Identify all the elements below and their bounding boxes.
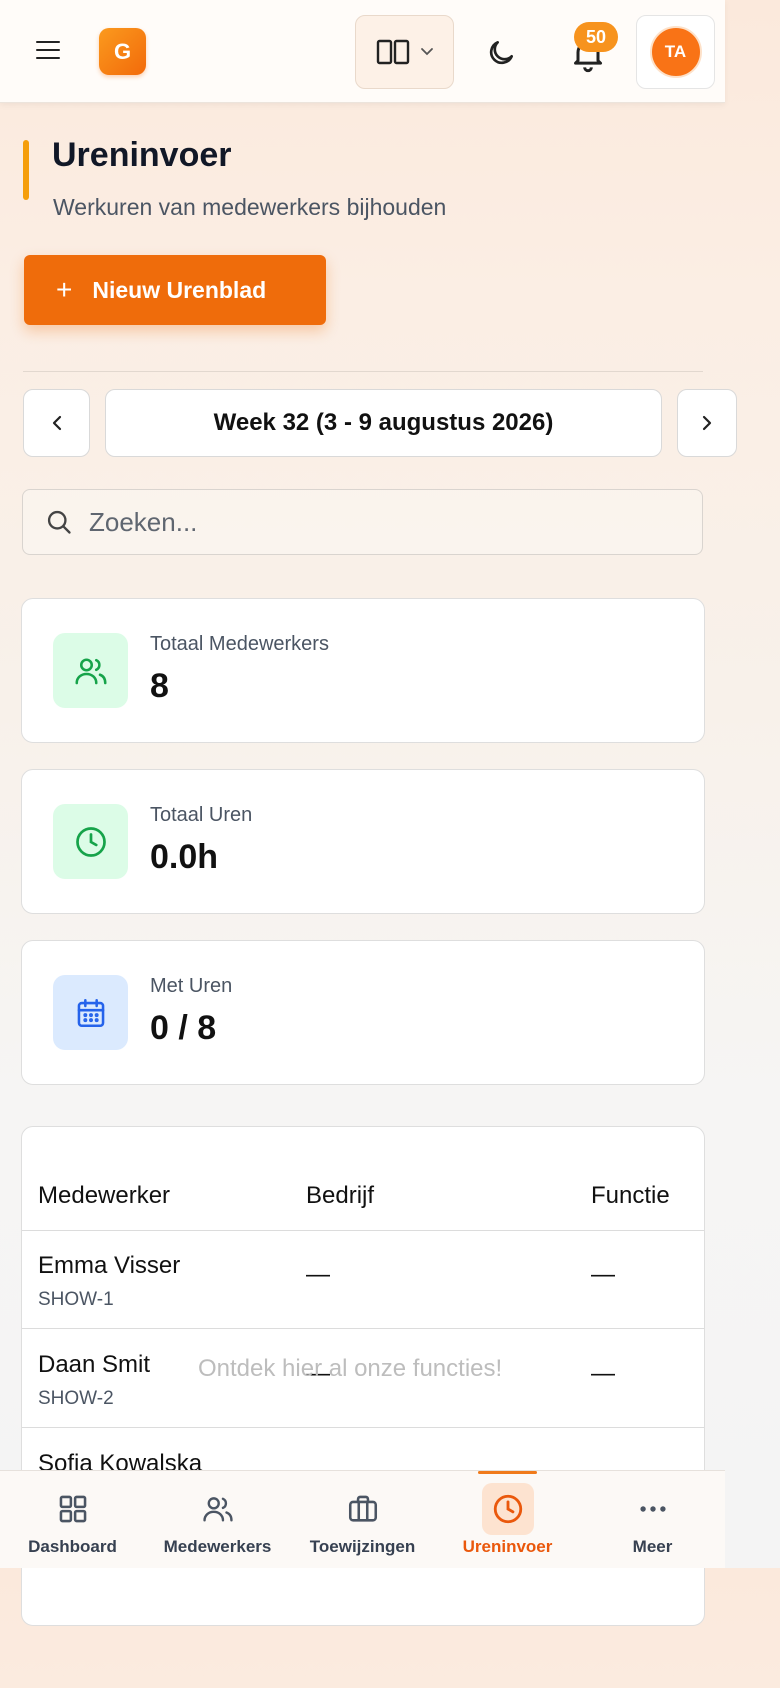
layout-columns-icon (376, 39, 409, 65)
new-timesheet-button[interactable]: + Nieuw Urenblad (24, 255, 326, 325)
column-header-employee[interactable]: Medewerker (38, 1182, 170, 1210)
users-icon (192, 1483, 244, 1535)
nav-label: Dashboard (28, 1537, 117, 1556)
plus-icon: + (56, 274, 73, 305)
column-header-company[interactable]: Bedrijf (306, 1182, 374, 1210)
employee-function: — (591, 1261, 615, 1288)
nav-item-employees[interactable]: Medewerkers (145, 1471, 290, 1569)
stat-icon-box (53, 975, 128, 1050)
calendar-icon (77, 998, 104, 1027)
divider (23, 371, 703, 372)
stat-value: 0 / 8 (150, 1009, 217, 1047)
new-timesheet-label: Nieuw Urenblad (92, 276, 267, 303)
clock-icon (481, 1483, 534, 1535)
layout-toggle-button[interactable] (355, 15, 454, 89)
nav-label: Ureninvoer (462, 1537, 553, 1556)
column-header-function[interactable]: Functie (591, 1182, 670, 1210)
table-row[interactable]: Emma Visser SHOW-1 — — (22, 1231, 704, 1329)
nav-item-dashboard[interactable]: Dashboard (0, 1471, 145, 1569)
top-header: G 50 TA (0, 0, 725, 103)
feature-tour-hint: Ontdek hier al onze functies! (198, 1355, 503, 1382)
stat-icon-box (53, 804, 128, 879)
stat-label: Totaal Uren (150, 804, 253, 826)
more-icon (627, 1483, 679, 1535)
chevron-right-icon (702, 415, 712, 431)
theme-toggle-button[interactable] (485, 37, 517, 69)
search-input[interactable] (89, 506, 649, 538)
employee-code: SHOW-2 (38, 1388, 114, 1409)
page-subtitle: Werkuren van medewerkers bijhouden (53, 194, 447, 220)
search-box (22, 489, 703, 555)
clock-icon (75, 826, 106, 857)
title-accent-bar (23, 140, 29, 200)
stat-label: Met Uren (150, 975, 233, 997)
notification-badge: 50 (574, 22, 618, 52)
app-logo[interactable]: G (99, 28, 146, 75)
logo-letter: G (113, 38, 132, 64)
employee-name: Emma Visser (38, 1252, 181, 1279)
stat-card-with-hours: Met Uren 0 / 8 (21, 940, 705, 1085)
nav-label: Toewijzingen (309, 1537, 416, 1556)
employee-code: SHOW-1 (38, 1289, 114, 1310)
employee-name: Daan Smit (38, 1351, 151, 1378)
briefcase-icon (337, 1483, 389, 1535)
stat-label: Totaal Medewerkers (150, 633, 329, 655)
week-selector[interactable]: Week 32 (3 - 9 augustus 2026) (105, 389, 662, 457)
users-icon (74, 657, 107, 684)
nav-label: Meer (632, 1537, 673, 1556)
moon-icon (489, 41, 513, 65)
chevron-left-icon (52, 415, 61, 431)
employee-company: — (306, 1261, 330, 1288)
search-icon (47, 510, 71, 534)
menu-icon[interactable] (36, 41, 60, 61)
stat-icon-box (53, 633, 128, 708)
nav-item-assignments[interactable]: Toewijzingen (290, 1471, 435, 1569)
nav-item-more[interactable]: Meer (580, 1471, 725, 1569)
employee-function: — (591, 1360, 615, 1387)
chevron-down-icon (420, 48, 433, 56)
stat-card-total-hours: Totaal Uren 0.0h (21, 769, 705, 914)
bottom-navigation: Dashboard Medewerkers Toewijzingen Ureni… (0, 1470, 725, 1568)
stat-card-total-employees: Totaal Medewerkers 8 (21, 598, 705, 743)
page-title: Ureninvoer (52, 136, 232, 174)
previous-week-button[interactable] (23, 389, 90, 457)
stat-value: 8 (150, 667, 169, 705)
next-week-button[interactable] (677, 389, 737, 457)
avatar: TA (649, 26, 702, 78)
nav-label: Medewerkers (163, 1537, 272, 1556)
nav-item-time-entry[interactable]: Ureninvoer (435, 1471, 580, 1569)
dashboard-icon (47, 1483, 99, 1535)
user-menu-button[interactable]: TA (636, 15, 715, 89)
stat-value: 0.0h (150, 838, 219, 876)
